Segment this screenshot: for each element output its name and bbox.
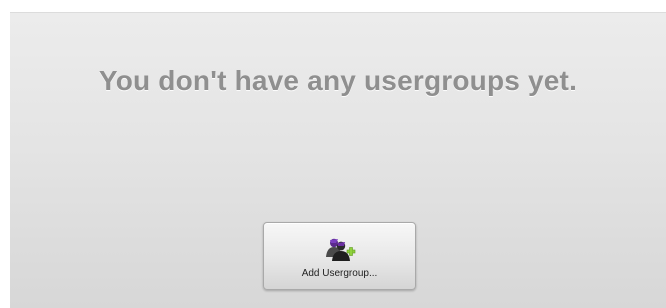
add-usergroup-label: Add Usergroup...	[301, 268, 378, 279]
window-frame: You don't have any usergroups yet. Add U…	[0, 0, 666, 308]
usergroup-add-icon	[326, 238, 356, 261]
add-usergroup-button[interactable]: Add Usergroup...	[263, 222, 416, 290]
empty-state-message: You don't have any usergroups yet.	[98, 65, 578, 96]
usergroups-panel: You don't have any usergroups yet. Add U…	[10, 12, 666, 308]
